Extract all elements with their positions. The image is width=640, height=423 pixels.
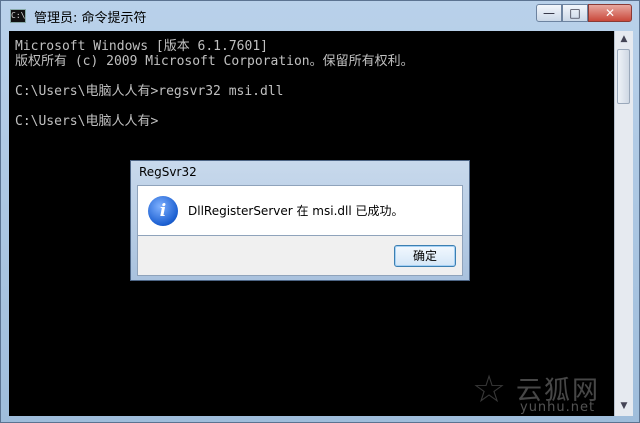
dialog-message: DllRegisterServer 在 msi.dll 已成功。 bbox=[188, 204, 404, 218]
watermark-url: yunhu.net bbox=[520, 400, 596, 415]
maximize-button[interactable]: □ bbox=[562, 4, 588, 22]
regsvr32-dialog: RegSvr32 i DllRegisterServer 在 msi.dll 已… bbox=[130, 160, 470, 281]
console-line: 版权所有 (c) 2009 Microsoft Corporation。保留所有… bbox=[15, 54, 414, 69]
vertical-scrollbar[interactable]: ▲ ▼ bbox=[614, 31, 633, 416]
console-line: C:\Users\电脑人人有>regsvr32 msi.dll bbox=[15, 84, 284, 99]
info-icon: i bbox=[148, 196, 178, 226]
scroll-thumb[interactable] bbox=[617, 49, 630, 104]
scroll-down-arrow-icon[interactable]: ▼ bbox=[615, 398, 633, 415]
console-line: C:\Users\电脑人人有> bbox=[15, 114, 159, 129]
close-button[interactable]: ✕ bbox=[588, 4, 632, 22]
scroll-up-arrow-icon[interactable]: ▲ bbox=[615, 31, 633, 48]
watermark-star-icon: ☆ bbox=[472, 367, 507, 411]
window-title: 管理员: 命令提示符 bbox=[34, 11, 147, 26]
dialog-title: RegSvr32 bbox=[139, 165, 197, 179]
dialog-footer: 确定 bbox=[137, 236, 463, 276]
title-bar[interactable]: C:\ 管理员: 命令提示符 — □ ✕ bbox=[1, 1, 639, 31]
dialog-body: i DllRegisterServer 在 msi.dll 已成功。 bbox=[137, 185, 463, 236]
cmd-icon[interactable]: C:\ bbox=[10, 9, 26, 23]
minimize-button[interactable]: — bbox=[536, 4, 562, 22]
ok-button[interactable]: 确定 bbox=[394, 245, 456, 267]
